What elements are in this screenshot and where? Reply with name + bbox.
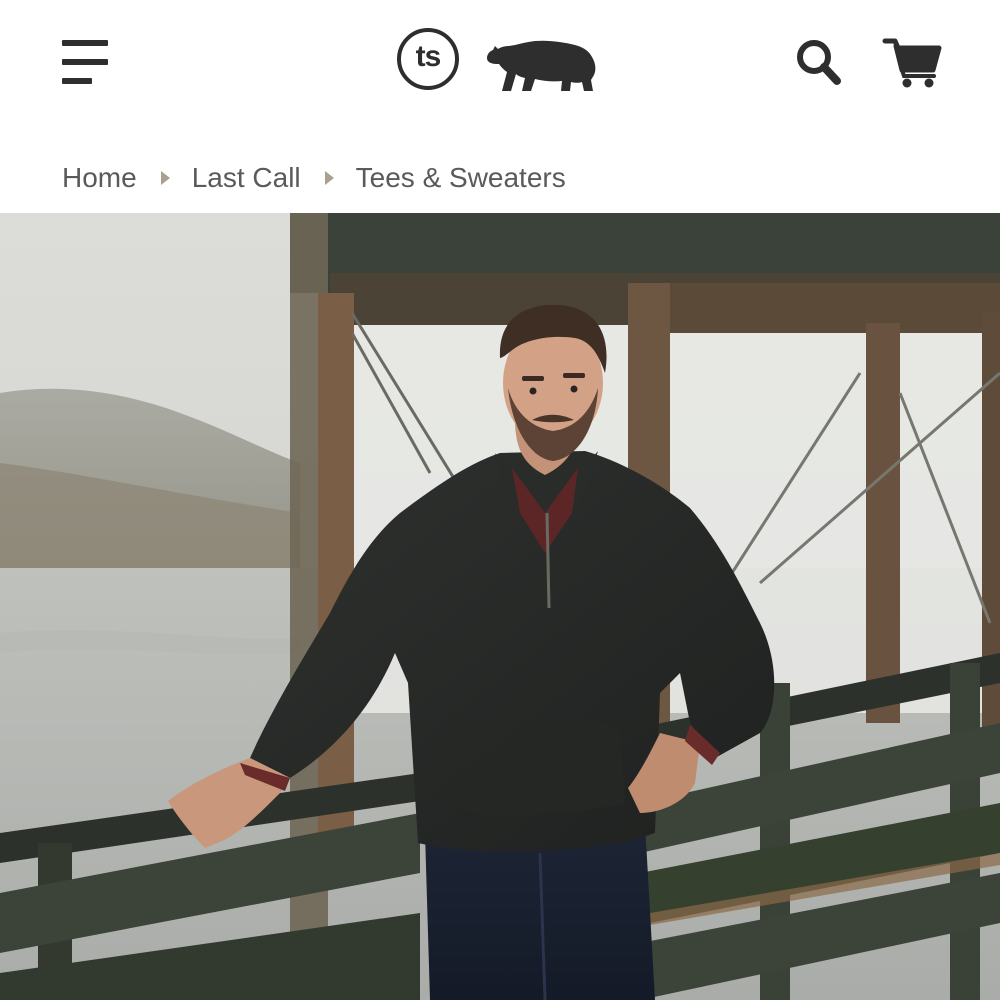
- breadcrumb-tees-sweaters[interactable]: Tees & Sweaters: [356, 162, 566, 194]
- triangle-right-icon: [324, 171, 334, 185]
- logo-monogram: ts: [397, 28, 459, 90]
- hamburger-menu-icon-line: [62, 59, 108, 65]
- triangle-right-icon: [160, 171, 170, 185]
- cart-button[interactable]: [882, 34, 944, 90]
- site-logo[interactable]: ts: [397, 26, 599, 96]
- search-icon: [797, 40, 841, 85]
- breadcrumb: Home Last Call Tees & Sweaters: [62, 155, 566, 201]
- search-button[interactable]: [790, 34, 846, 90]
- product-hero-image[interactable]: [0, 213, 1000, 1000]
- product-photo: [0, 213, 1000, 1000]
- bear-icon: [487, 40, 596, 91]
- menu-button[interactable]: [60, 38, 110, 86]
- breadcrumb-last-call[interactable]: Last Call: [192, 162, 301, 194]
- breadcrumb-home[interactable]: Home: [62, 162, 137, 194]
- product-page: ts Home Last Call Tees & Sweaters: [0, 0, 1000, 1000]
- site-header: ts: [0, 0, 1000, 125]
- hamburger-menu-icon: [62, 40, 108, 46]
- hamburger-menu-icon-line: [62, 78, 92, 84]
- cart-icon: [882, 38, 942, 88]
